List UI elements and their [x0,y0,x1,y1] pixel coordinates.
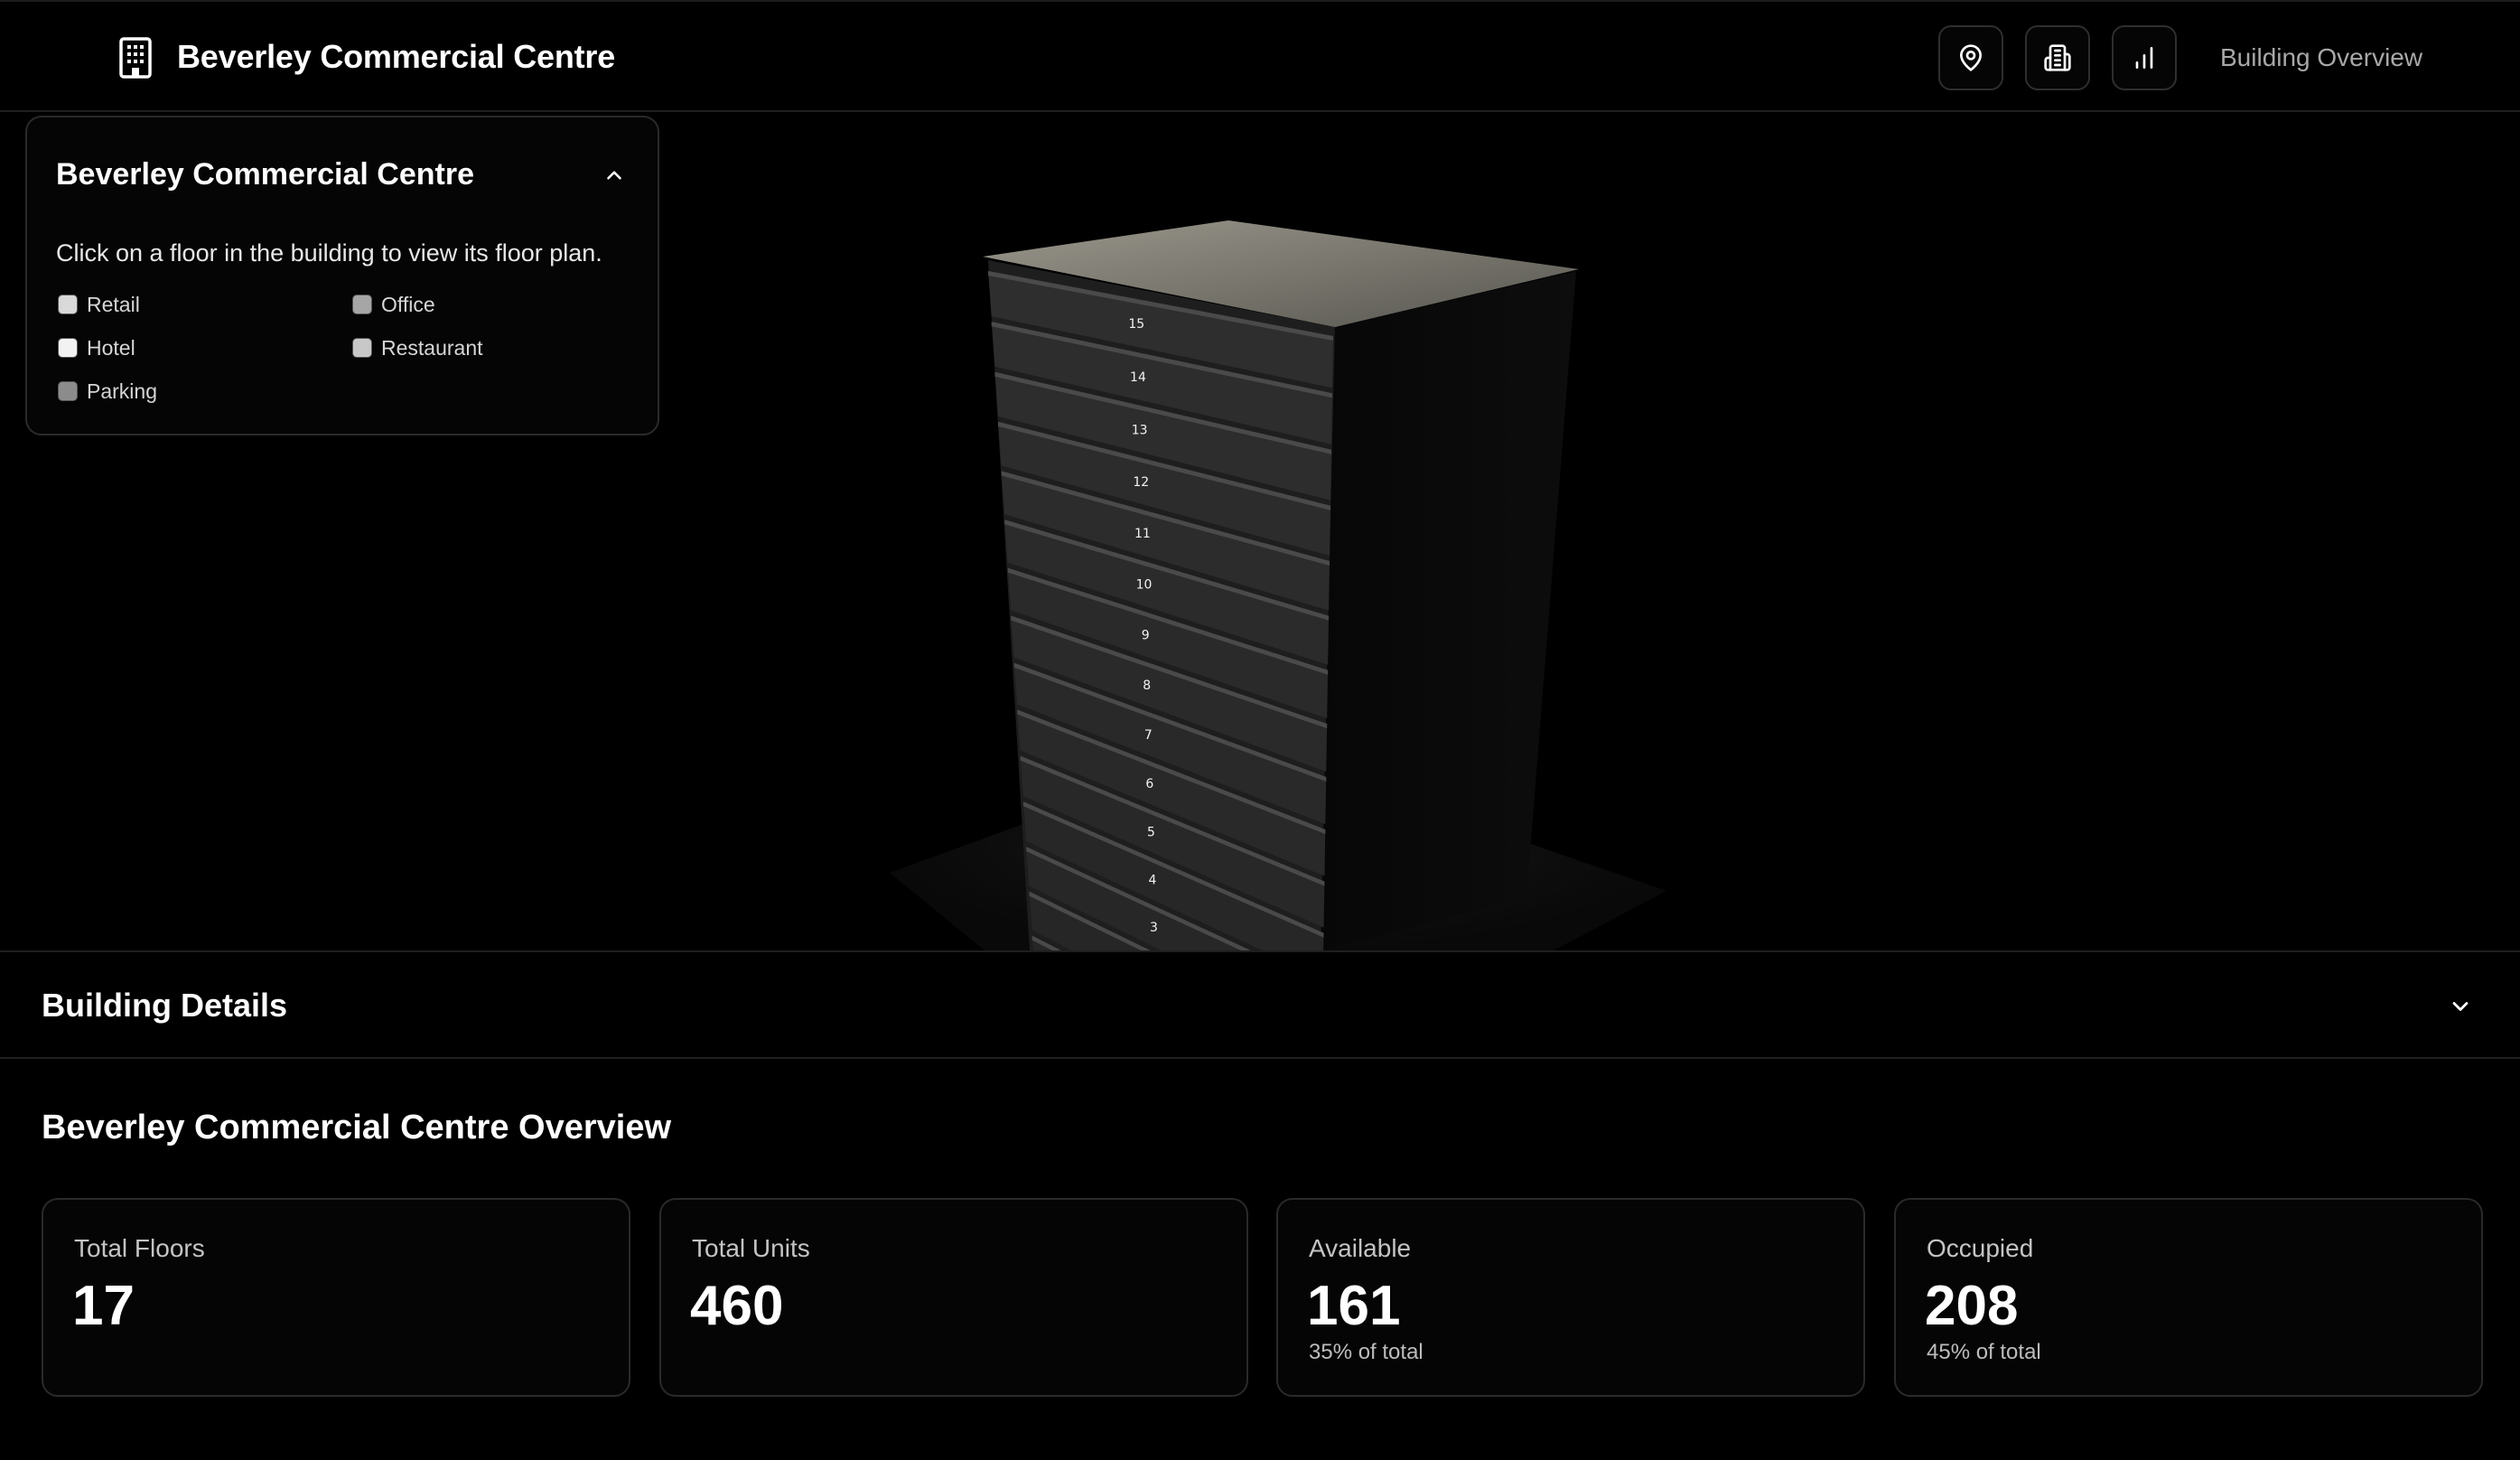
building-overview-link[interactable]: Building Overview [2220,38,2422,78]
floor-label: 5 [1147,826,1155,840]
stat-card-total-units: Total Units 460 [659,1198,1248,1397]
legend-label: Retail [87,292,140,316]
building-icon [2044,44,2071,71]
legend-label: Parking [87,379,157,403]
building-details-header[interactable]: Building Details [0,950,2520,1059]
floor-label: 12 [1133,475,1149,490]
legend-swatch [352,338,372,358]
panel-instructions: Click on a floor in the building to view… [56,239,602,267]
stat-value: 208 [1925,1275,2019,1337]
floor-label: 9 [1142,629,1150,643]
app-title: Beverley Commercial Centre [177,38,616,75]
stat-label: Total Units [692,1234,810,1262]
legend-item-retail[interactable]: Retail [58,291,140,318]
overview-title: Beverley Commercial Centre Overview [42,1109,672,1146]
chevron-up-icon [607,171,621,180]
legend-swatch [58,295,78,314]
location-button[interactable] [1938,25,2003,90]
floor-label: 7 [1144,728,1153,743]
floor-label: 11 [1134,527,1151,541]
chevron-down-icon [2452,1002,2469,1011]
legend-label: Hotel [87,335,135,360]
floor-label: 10 [1136,578,1153,593]
panel-title: Beverley Commercial Centre [56,157,475,192]
stat-subtext: 35% of total [1309,1340,1423,1364]
legend-label: Restaurant [381,335,483,360]
stat-card-occupied: Occupied 208 45% of total [1894,1198,2483,1397]
stat-card-available: Available 161 35% of total [1276,1198,1865,1397]
building-button[interactable] [2025,25,2090,90]
office-building-icon [119,37,152,79]
building-info-panel: Beverley Commercial Centre Click on a fl… [25,116,659,435]
floor-label: 6 [1145,777,1153,791]
legend-swatch [58,338,78,358]
legend-item-parking[interactable]: Parking [58,378,157,405]
floor-label: 14 [1130,370,1146,385]
legend-item-hotel[interactable]: Hotel [58,334,135,361]
stat-label: Occupied [1927,1234,2034,1262]
floor-label: 8 [1143,679,1151,693]
floor-label: 13 [1132,423,1148,437]
legend-swatch [352,295,372,314]
map-pin-icon [1960,44,1982,71]
analytics-button[interactable] [2112,25,2177,90]
stat-card-total-floors: Total Floors 17 [42,1198,630,1397]
top-header: Beverley Commercial Centre Building Over… [0,0,2520,112]
stat-label: Total Floors [74,1234,205,1262]
legend-label: Office [381,292,435,316]
bar-chart-icon [2135,47,2153,69]
floor-label: 3 [1150,921,1158,935]
legend-item-office[interactable]: Office [352,291,435,318]
details-title: Building Details [42,987,288,1024]
stat-value: 17 [72,1275,135,1337]
stat-subtext: 45% of total [1927,1340,2041,1364]
expand-details-button[interactable] [2446,992,2475,1021]
floor-label: 15 [1128,317,1144,332]
stat-label: Available [1309,1234,1412,1262]
stat-value: 161 [1307,1275,1401,1337]
floor-label: 4 [1148,874,1156,888]
stat-value: 460 [690,1275,784,1337]
legend-swatch [58,381,78,401]
collapse-panel-button[interactable] [600,161,629,190]
legend-item-restaurant[interactable]: Restaurant [352,334,483,361]
